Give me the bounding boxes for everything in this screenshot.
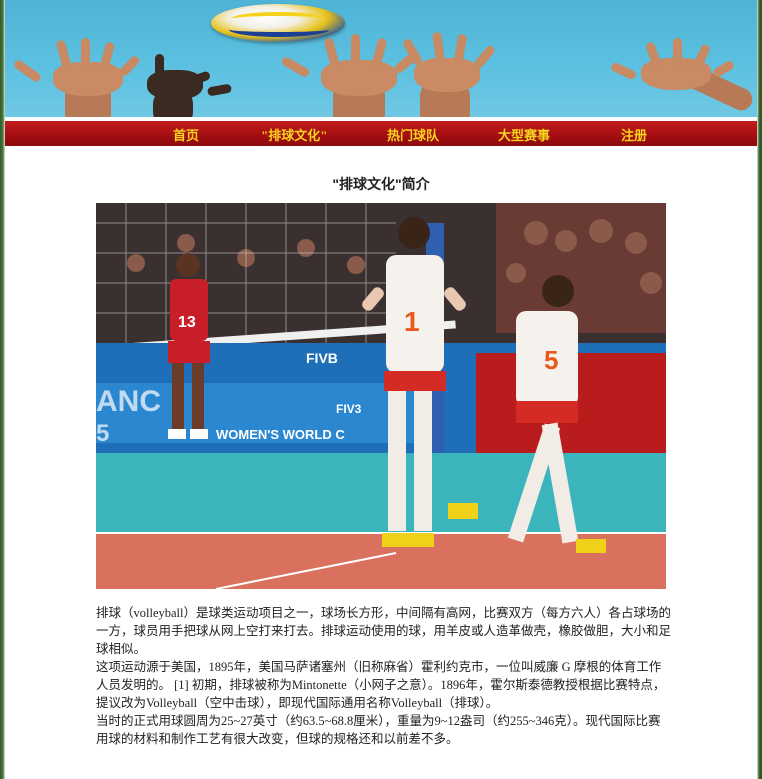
page: 首页 "排球文化" 热门球队 大型赛事 注册 "排球文化"简介 FIVB FIV… — [5, 0, 757, 779]
page-title: "排球文化"简介 — [332, 176, 430, 192]
hand-graphic — [12, 38, 153, 117]
article-paragraph: 排球（volleyball）是球类运动项目之一，球场长方形，中间隔有高网，比赛双… — [96, 606, 672, 656]
article-body: 排球（volleyball）是球类运动项目之一，球场长方形，中间隔有高网，比赛双… — [96, 604, 672, 748]
hand-graphic — [135, 54, 245, 117]
board-text: FIV3 — [336, 402, 362, 416]
board-text: 5 — [96, 420, 109, 447]
hand-graphic — [609, 38, 756, 117]
hand-graphic — [390, 31, 520, 117]
nav-item-home[interactable]: 首页 — [173, 125, 199, 144]
nav-item-register[interactable]: 注册 — [621, 125, 647, 144]
volleyball-players-photo: FIVB FIV3 WOMEN'S WORLD C ANC 5 13 1 5 — [96, 203, 666, 589]
jersey-number: 13 — [178, 314, 196, 331]
nav-item-volleyball-culture[interactable]: "排球文化" — [261, 125, 327, 144]
nav-item-popular-teams[interactable]: 热门球队 — [387, 125, 439, 144]
banner-image — [5, 0, 757, 117]
board-text: ANC — [96, 385, 161, 418]
board-text: FIVB — [306, 350, 338, 366]
nav-item-major-events[interactable]: 大型赛事 — [498, 125, 550, 144]
jersey-number: 1 — [404, 306, 420, 337]
board-text: WOMEN'S WORLD C — [216, 427, 345, 442]
volleyball-icon — [211, 4, 345, 42]
article-paragraph: 当时的正式用球圆周为25~27英寸（约63.5~68.8厘米），重量为9~12盎… — [96, 714, 661, 746]
main-nav: 首页 "排球文化" 热门球队 大型赛事 注册 — [5, 119, 757, 146]
article-paragraph: 这项运动源于美国，1895年，美国马萨诸塞州（旧称麻省）霍利约克市，一位叫威廉 … — [96, 660, 666, 710]
article-photo: FIVB FIV3 WOMEN'S WORLD C ANC 5 13 1 5 — [96, 203, 666, 589]
jersey-number: 5 — [544, 345, 558, 375]
